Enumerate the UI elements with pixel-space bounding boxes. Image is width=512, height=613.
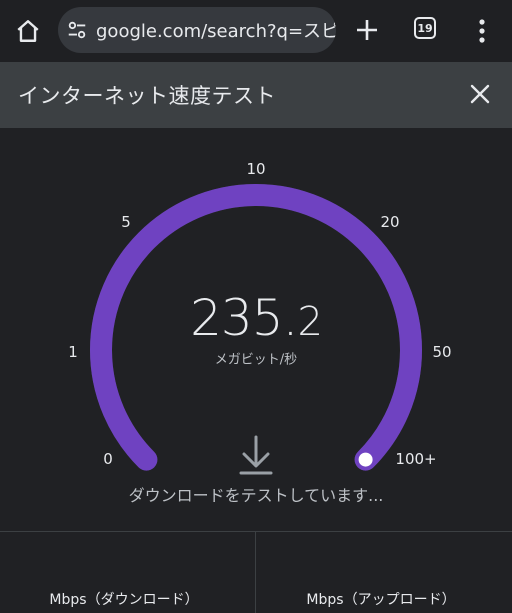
speed-value: 235.2 [190,289,323,347]
speed-unit: メガビット/秒 [214,352,298,368]
address-bar[interactable]: google.com/search?q=スピー [58,7,336,53]
panel-title: インターネット速度テスト [18,84,276,108]
gauge-tick-100-plus: 100+ [395,450,437,468]
results-column-divider [255,531,256,613]
gauge-tick-10: 10 [246,160,266,178]
test-status-text: ダウンロードをテストしています... [128,486,384,505]
gauge-tick-20: 20 [380,213,400,231]
url-text[interactable]: google.com/search?q=スピー [96,17,336,43]
home-button[interactable] [10,13,46,49]
more-vert-icon [479,19,485,43]
panel-header: インターネット速度テスト [0,62,512,128]
speed-value-decimal: 2 [297,299,322,345]
tab-switcher-button[interactable]: 19 [414,17,436,39]
gauge-tick-50: 50 [432,343,452,361]
new-tab-button[interactable] [350,13,384,47]
gauge-tick-1: 1 [68,343,78,361]
gauge-tick-5: 5 [121,213,131,231]
close-icon [470,84,490,104]
upload-result-label: Mbps（アップロード） [306,592,456,608]
download-icon [239,435,273,475]
close-button[interactable] [466,80,494,108]
speed-value-integer: 235. [190,289,298,347]
download-result-label: Mbps（ダウンロード） [49,592,199,608]
plus-icon [357,20,377,40]
more-menu-button[interactable] [472,14,492,48]
results-divider [0,531,512,532]
site-settings-icon[interactable] [66,19,88,41]
gauge-tick-0: 0 [103,450,113,468]
home-icon [17,20,39,42]
gauge-needle-dot [356,450,375,469]
browser-toolbar: google.com/search?q=スピー 19 [0,0,512,62]
